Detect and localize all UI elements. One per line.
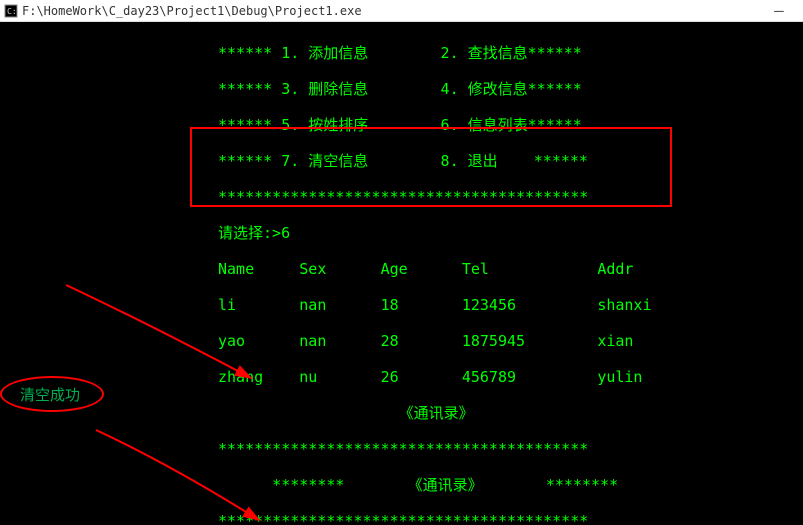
- minimize-button[interactable]: —: [759, 4, 799, 18]
- table-row: zhang nu 26 456789 yulin: [0, 368, 803, 386]
- menu-row: ****** 1. 添加信息 2. 查找信息******: [0, 44, 803, 62]
- arrow-annotation: [55, 407, 271, 525]
- prompt-choice: 6: [281, 224, 290, 242]
- separator: ****************************************…: [0, 512, 803, 525]
- table-row: yao nan 28 1875945 xian: [0, 332, 803, 350]
- separator: ****************************************…: [0, 188, 803, 206]
- table-row: li nan 18 123456 shanxi: [0, 296, 803, 314]
- table-footer: 《通讯录》: [0, 404, 803, 422]
- svg-text:C:: C:: [7, 7, 17, 16]
- menu-row: ****** 7. 清空信息 8. 退出 ******: [0, 152, 803, 170]
- window-title: F:\HomeWork\C_day23\Project1\Debug\Proje…: [22, 4, 759, 18]
- window-titlebar: C: F:\HomeWork\C_day23\Project1\Debug\Pr…: [0, 0, 803, 22]
- table-header: Name Sex Age Tel Addr: [0, 260, 803, 278]
- app-icon: C:: [4, 4, 18, 18]
- separator: ****************************************…: [0, 440, 803, 458]
- console-output: ****** 1. 添加信息 2. 查找信息****** ****** 3. 删…: [0, 22, 803, 525]
- menu-row: ****** 3. 删除信息 4. 修改信息******: [0, 80, 803, 98]
- title-row: ******** 《通讯录》 ********: [0, 476, 803, 494]
- prompt-line: 请选择:>6: [0, 224, 803, 242]
- menu-row: ****** 5. 按姓排序 6. 信息列表******: [0, 116, 803, 134]
- prompt-label: 请选择:>: [218, 224, 281, 242]
